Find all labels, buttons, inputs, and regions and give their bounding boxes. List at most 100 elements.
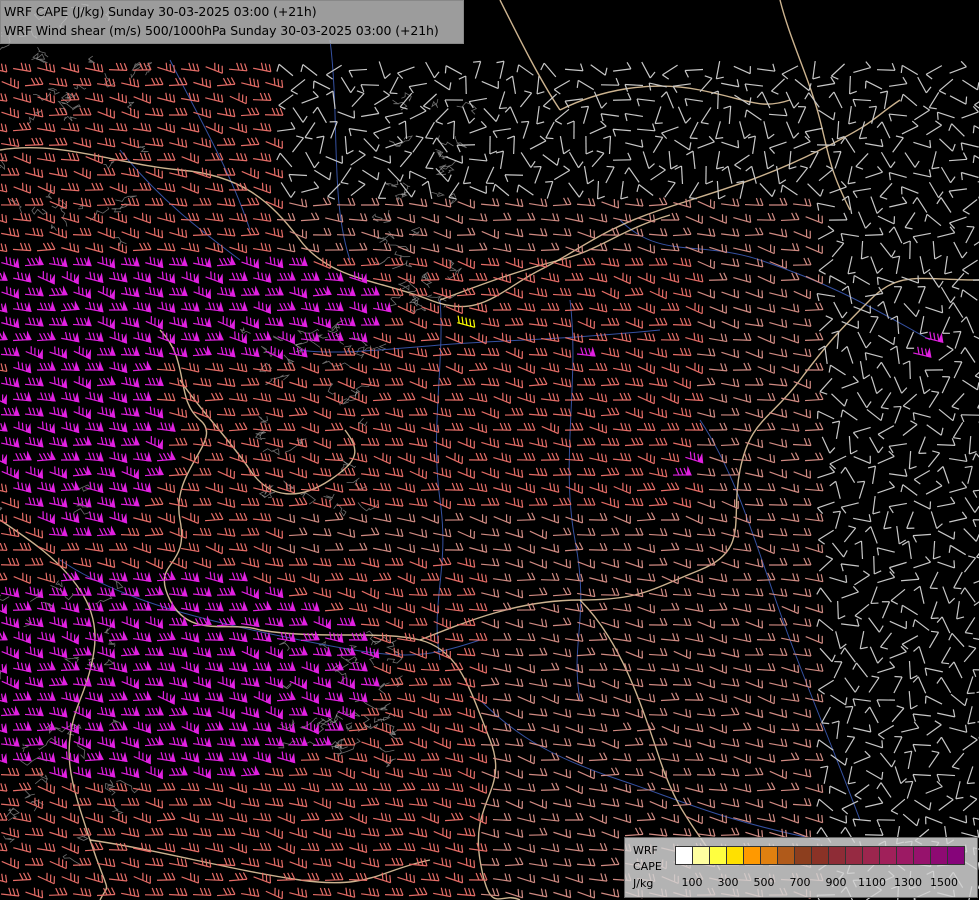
wind-barb — [97, 557, 116, 569]
wind-barb — [521, 120, 530, 139]
wind-barb — [398, 120, 408, 140]
wind-barb — [505, 198, 524, 208]
wind-barb — [792, 797, 812, 807]
wind-barb — [529, 858, 548, 868]
wind-barb — [516, 722, 536, 732]
wind-barb — [0, 153, 8, 162]
wind-barb — [37, 421, 56, 434]
wind-barb — [600, 407, 620, 417]
wind-barb — [373, 662, 391, 675]
wind-barb — [517, 544, 535, 554]
wind-barb — [96, 197, 116, 206]
wind-barb — [397, 482, 416, 493]
wind-barb — [493, 362, 512, 373]
wind-barb — [517, 873, 536, 884]
wind-barb — [685, 362, 703, 375]
wind-barb — [529, 799, 547, 810]
wind-barb — [312, 646, 332, 657]
wind-barb — [120, 496, 140, 507]
wind-barb — [505, 228, 524, 238]
wind-barb — [337, 706, 355, 720]
wind-barb — [73, 406, 91, 420]
wind-barb — [13, 271, 32, 283]
wind-barb — [937, 496, 956, 508]
wind-barb — [85, 212, 103, 224]
wind-barb — [253, 572, 271, 584]
wind-barb — [744, 497, 764, 507]
wind-barb — [876, 361, 892, 379]
wind-barb — [349, 362, 368, 374]
wind-barb — [793, 469, 812, 479]
wind-barb — [576, 858, 596, 867]
wind-barb — [336, 197, 356, 206]
wind-barb — [648, 737, 668, 746]
wind-barb — [420, 872, 440, 882]
wind-barb — [733, 243, 752, 253]
wind-barb — [613, 213, 632, 223]
wind-barb — [61, 601, 80, 613]
terrain-contour — [300, 491, 317, 505]
wind-barb — [228, 721, 248, 732]
wind-barb — [590, 64, 608, 76]
wind-barb — [517, 813, 536, 823]
wind-barb — [292, 107, 308, 123]
wind-barb — [552, 738, 572, 747]
wind-barb — [904, 750, 913, 769]
wind-barb — [361, 497, 380, 509]
wind-barb — [360, 257, 380, 267]
wind-barb — [889, 345, 900, 364]
wind-barb — [348, 212, 368, 222]
wind-barb — [444, 512, 464, 521]
wind-barb — [420, 332, 440, 342]
wind-barb — [168, 615, 188, 626]
wind-barb — [624, 257, 644, 266]
wind-barb — [672, 767, 692, 776]
wind-barb — [625, 407, 644, 419]
wind-barb — [217, 377, 236, 387]
wind-barb — [853, 724, 872, 733]
wind-barb — [588, 662, 608, 671]
wind-barb — [13, 301, 32, 313]
legend-tick-label: 700 — [789, 876, 811, 889]
wind-barb — [133, 542, 152, 554]
wind-barb — [769, 678, 788, 688]
legend-swatch — [879, 846, 897, 865]
wind-barb — [517, 754, 535, 765]
wind-barb — [492, 693, 512, 702]
wind-barb — [157, 542, 176, 553]
wind-barb — [447, 120, 456, 140]
wind-barb — [396, 752, 416, 762]
wind-barb — [348, 242, 368, 251]
wind-barb — [937, 530, 956, 540]
wind-barb — [181, 571, 200, 583]
wind-barb — [169, 346, 188, 358]
wind-barb — [372, 482, 392, 492]
wind-barb — [0, 363, 8, 373]
wind-barb — [409, 767, 428, 778]
wind-barb — [1, 256, 20, 269]
wind-barb — [593, 91, 608, 109]
wind-barb — [324, 330, 344, 341]
wind-barb — [636, 422, 656, 432]
wind-barb — [541, 362, 560, 373]
wind-barb — [469, 422, 488, 434]
wind-barb — [60, 300, 80, 312]
wind-barb — [288, 527, 308, 537]
wind-barb — [61, 331, 80, 343]
wind-barb — [301, 572, 320, 584]
wind-barb — [144, 465, 164, 477]
wind-barb — [109, 391, 128, 404]
wind-barb — [216, 255, 236, 267]
wind-barb — [384, 112, 403, 124]
wind-barb — [505, 588, 524, 599]
wind-barb — [468, 602, 488, 612]
wind-barb — [649, 799, 667, 810]
wind-barb — [458, 75, 467, 95]
wind-barb — [397, 332, 416, 343]
wind-barb — [1, 676, 20, 690]
wind-barb — [660, 302, 680, 311]
wind-barb — [864, 352, 883, 361]
wind-barb — [648, 677, 668, 687]
wind-barb — [360, 797, 380, 807]
wind-barb — [648, 617, 668, 626]
